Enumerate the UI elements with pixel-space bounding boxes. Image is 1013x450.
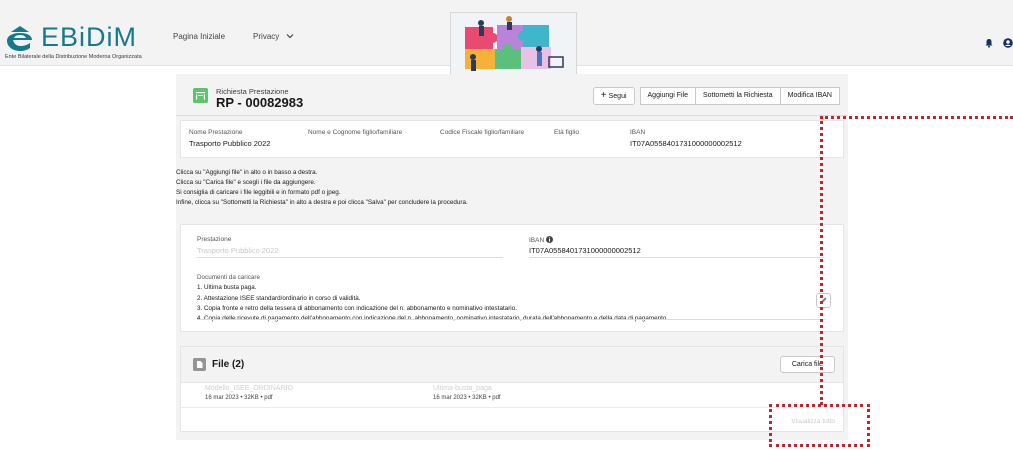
field-value: Trasporto Pubblico 2022 <box>189 139 271 148</box>
files-title: File (2) <box>212 359 245 370</box>
annotation-box-bottom <box>769 444 870 447</box>
chevron-down-icon <box>286 34 293 39</box>
files-card: File (2) Carica file Modello_ISEE_ORDINA… <box>180 346 844 432</box>
field-codice-fiscale: Codice Fiscale figlio/familiare <box>440 129 524 139</box>
iban-label-text: IBAN <box>529 237 545 244</box>
file-icon <box>193 358 206 371</box>
details-card: Prestazione Trasporto Pubblico 2022 IBAN… <box>180 224 844 332</box>
record-type-icon <box>193 88 208 103</box>
file-name: Modello_ISEE_ORDINARIO <box>205 385 293 392</box>
highlights-panel: Nome Prestazione Trasporto Pubblico 2022… <box>180 120 844 158</box>
field-label: Età figlio <box>554 129 579 136</box>
field-nome-prestazione: Nome Prestazione Trasporto Pubblico 2022 <box>189 129 270 148</box>
instruction-line: Si consiglia di caricare i file leggibil… <box>176 189 341 196</box>
annotation-box-left <box>769 404 772 447</box>
top-icons <box>984 38 1013 48</box>
field-label: Codice Fiscale figlio/familiare <box>440 129 525 136</box>
annotation-box-right <box>867 404 870 447</box>
record-header: Richiesta Prestazione RP - 00082983 + Seg… <box>176 74 848 116</box>
nav-item-privacy-label: Privacy <box>253 32 280 41</box>
nav-item-privacy[interactable]: Privacy <box>253 32 293 41</box>
annotation-line-top <box>820 116 1013 119</box>
nav-item-home[interactable]: Pagina Iniziale <box>173 32 225 41</box>
record-id: RP - 00082983 <box>216 95 304 110</box>
documents-list: Documenti da caricare 1. Ultima busta pa… <box>197 273 668 324</box>
record-page: Richiesta Prestazione RP - 00082983 + Seg… <box>176 74 848 440</box>
info-icon[interactable] <box>545 236 553 243</box>
document-item: 2. Attestazione ISEE standard/ordinario … <box>197 294 361 302</box>
main-nav: Pagina Iniziale Privacy <box>173 32 294 41</box>
iban-label: IBAN <box>529 236 553 244</box>
field-nome-familiare: Nome e Cognome figlio/familiare <box>308 129 402 139</box>
document-item: 3. Copia fronte e retro della tessera di… <box>197 304 517 312</box>
upload-files-button[interactable]: Carica file <box>779 356 835 373</box>
document-item: 1. Ultima busta paga. <box>197 284 257 292</box>
prestazione-value: Trasporto Pubblico 2022 <box>197 246 279 255</box>
logo-mark-icon <box>7 25 32 51</box>
puzzle-banner-image <box>450 12 577 75</box>
view-all-link[interactable]: Visualizza tutto <box>791 418 835 425</box>
annotation-line-vertical <box>820 116 823 405</box>
header-actions: + Segui Aggiungi File Sottometti la Richi… <box>592 87 840 105</box>
prestazione-label: Prestazione <box>197 236 232 243</box>
follow-button[interactable]: + Segui <box>592 87 635 105</box>
user-avatar-icon[interactable] <box>1003 38 1013 48</box>
edit-iban-button[interactable]: Modifica IBAN <box>779 87 840 105</box>
file-item[interactable]: Ultima-busta_paga 16 mar 2023 • 32KB • p… <box>433 385 501 401</box>
field-underline <box>197 319 825 320</box>
file-meta: 16 mar 2023 • 32KB • pdf <box>205 395 273 401</box>
iban-value: IT07A0558401731000000002512 <box>529 246 641 255</box>
field-eta-figlio: Età figlio <box>554 129 579 139</box>
field-iban: IBAN IT07A0558401731000000002512 <box>630 129 742 148</box>
field-value: IT07A0558401731000000002512 <box>630 139 742 148</box>
instructions-text: Clicca su "Aggiungi file" in alto o in b… <box>176 168 468 208</box>
bell-icon[interactable] <box>984 38 994 48</box>
documents-label: Documenti da caricare <box>197 274 260 281</box>
pencil-icon <box>821 297 827 303</box>
ebidim-logo[interactable]: EBiDiM Ente Bilaterale della Distribuzio… <box>5 22 142 61</box>
plus-icon: + <box>600 90 607 101</box>
file-item[interactable]: Modello_ISEE_ORDINARIO 16 mar 2023 • 32K… <box>205 385 293 401</box>
field-label: Nome e Cognome figlio/familiare <box>308 129 403 136</box>
instruction-line: Infine, clicca su "Sottometti la Richies… <box>176 199 468 206</box>
brand-name: EBiDiM <box>41 22 138 52</box>
field-label: IBAN <box>630 129 646 136</box>
field-underline <box>197 257 503 258</box>
divider <box>181 407 843 408</box>
field-underline <box>529 257 825 258</box>
edit-pencil-button[interactable] <box>816 293 831 308</box>
field-label: Nome Prestazione <box>189 129 243 136</box>
add-file-button[interactable]: Aggiungi File <box>639 87 696 105</box>
file-meta: 16 mar 2023 • 32KB • pdf <box>433 395 501 401</box>
files-header: File (2) Carica file <box>181 347 843 383</box>
annotation-box-top <box>769 404 870 407</box>
submit-request-button[interactable]: Sottometti la Richiesta <box>694 87 781 105</box>
instruction-line: Clicca su "Aggiungi file" in alto o in b… <box>176 169 318 176</box>
file-name: Ultima-busta_paga <box>433 385 492 392</box>
instruction-line: Clicca su "Carica file" e scegli i file … <box>176 179 316 186</box>
top-bar: EBiDiM Ente Bilaterale della Distribuzio… <box>0 0 1013 75</box>
follow-button-label: Segui <box>608 93 627 100</box>
brand-subtitle: Ente Bilaterale della Distribuzione Mode… <box>5 54 142 60</box>
